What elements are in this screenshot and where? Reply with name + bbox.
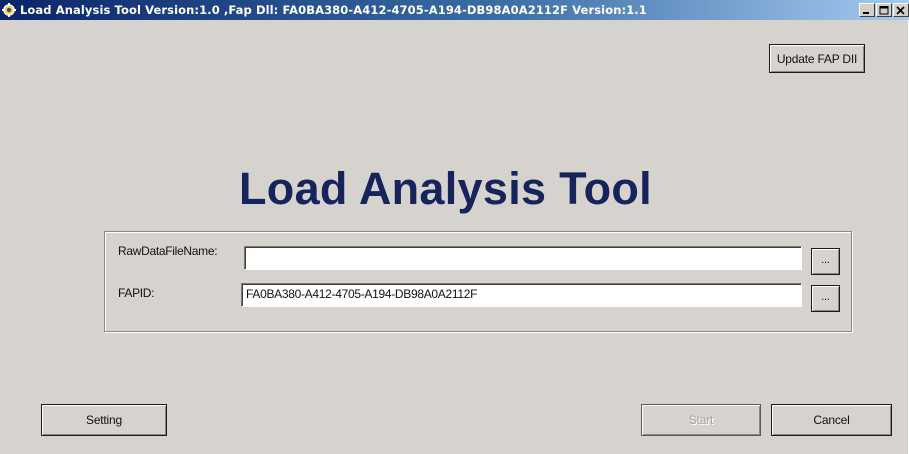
start-button[interactable]: Start (641, 404, 761, 436)
raw-data-file-browse-button[interactable]: ... (811, 248, 840, 275)
close-button[interactable] (893, 3, 909, 17)
title-bar[interactable]: Load Analysis Tool Version:1.0 ,Fap Dll:… (0, 0, 909, 20)
window-title: Load Analysis Tool Version:1.0 ,Fap Dll:… (20, 3, 647, 17)
minimize-button[interactable] (859, 3, 875, 17)
minimize-icon (863, 12, 869, 14)
fapid-label: FAPID: (118, 286, 155, 300)
fapid-browse-button[interactable]: ... (811, 285, 840, 312)
close-icon (896, 6, 905, 15)
maximize-icon (879, 6, 889, 15)
update-fap-dll-button[interactable]: Update FAP DII (769, 44, 865, 73)
window-controls (858, 3, 909, 17)
main-window: Load Analysis Tool Version:1.0 ,Fap Dll:… (0, 0, 909, 454)
setting-button[interactable]: Setting (41, 404, 167, 436)
input-groupbox: RawDataFileName: ... FAPID: FA0BA380-A41… (104, 231, 852, 332)
cancel-button[interactable]: Cancel (771, 404, 892, 436)
maximize-button[interactable] (876, 3, 892, 17)
page-title: Load Analysis Tool (239, 163, 652, 214)
raw-data-file-label: RawDataFileName: (118, 244, 218, 258)
raw-data-file-input[interactable] (244, 246, 802, 270)
fapid-input[interactable]: FA0BA380-A412-4705-A194-DB98A0A2112F (241, 283, 802, 307)
app-gear-icon (2, 3, 16, 17)
